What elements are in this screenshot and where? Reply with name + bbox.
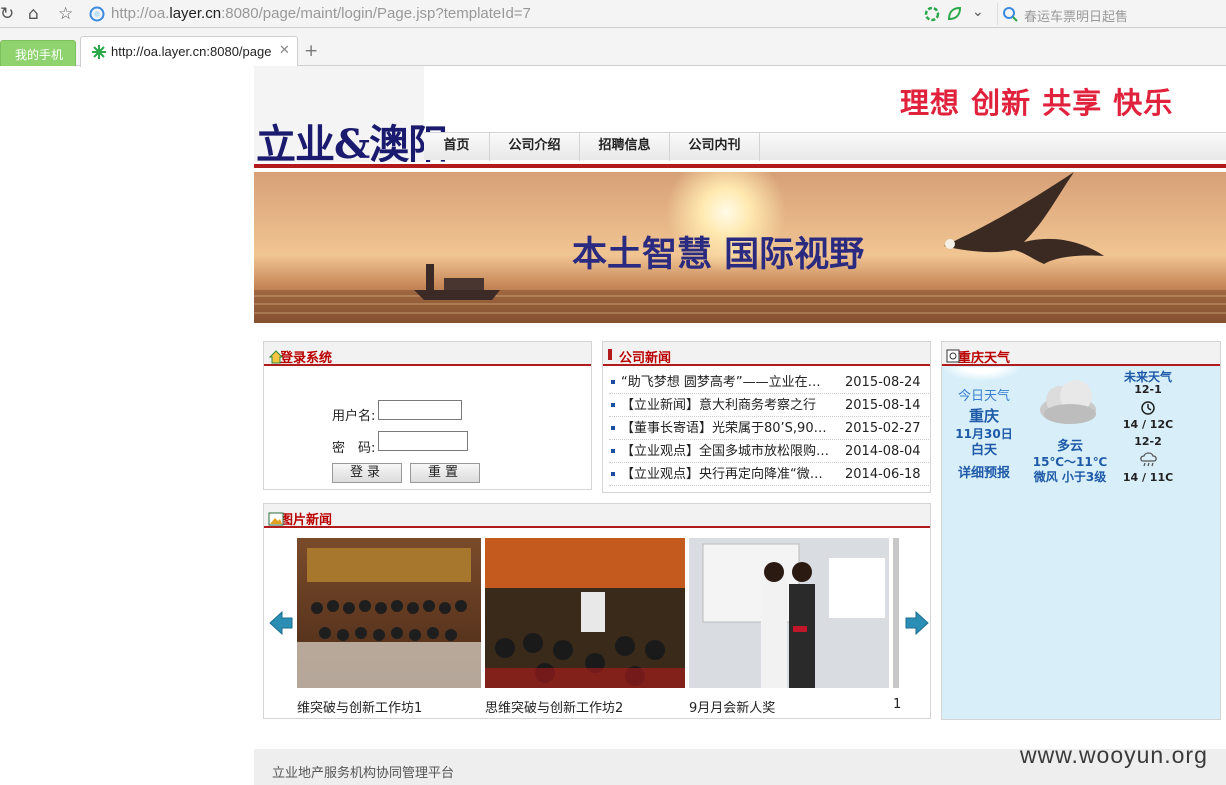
tab-label: http://oa.layer.cn:8080/page bbox=[111, 44, 272, 59]
today-label: 今日天气 bbox=[957, 389, 1010, 404]
company-news-title: 公司新闻 bbox=[619, 351, 672, 366]
news-date: 2015-08-14 bbox=[845, 398, 921, 413]
news-title[interactable]: 【董事长寄语】光荣属于80’S,90… bbox=[621, 417, 833, 440]
login-title-bar: 登录系统 bbox=[264, 342, 591, 366]
password-field[interactable] bbox=[378, 431, 468, 451]
news-item[interactable]: 【立业观点】全国多城市放松限购… 2014-08-04 bbox=[609, 440, 929, 463]
username-label: 用户名: bbox=[332, 409, 376, 424]
login-title: 登录系统 bbox=[280, 351, 333, 366]
page-favicon-icon bbox=[92, 45, 106, 59]
username-field[interactable] bbox=[378, 400, 462, 420]
star-icon[interactable]: ☆ bbox=[58, 4, 73, 24]
speed-mode-icon[interactable] bbox=[924, 6, 940, 22]
main-nav: 首页 公司介绍 招聘信息 公司内刊 bbox=[424, 132, 1226, 161]
site-slogan: 理想 创新 共享 快乐 bbox=[900, 86, 1174, 120]
address-bar: ↻ ⌂ ☆ http://oa.layer.cn:8080/page/maint… bbox=[0, 0, 1226, 28]
login-box: 登录系统 用户名: 密 码: 登录 重置 bbox=[263, 341, 592, 490]
news-date: 2015-02-27 bbox=[845, 421, 921, 436]
news-item[interactable]: 【立业观点】央行再定向降准“微… 2014-06-18 bbox=[609, 463, 929, 486]
photo-caption[interactable]: 思维突破与创新工作坊2 bbox=[485, 697, 623, 716]
news-item[interactable]: 【董事长寄语】光荣属于80’S,90… 2015-02-27 bbox=[609, 417, 929, 440]
search-field[interactable]: 春运车票明日起售 bbox=[997, 3, 1226, 25]
url-field[interactable]: http://oa.layer.cn:8080/page/maint/login… bbox=[84, 3, 994, 25]
reset-button[interactable]: 重置 bbox=[410, 463, 480, 483]
weather-title-bar: 重庆天气 bbox=[942, 342, 1220, 366]
photo-caption[interactable]: 1 bbox=[893, 697, 901, 712]
logo-area: 立业&澳阳 bbox=[254, 66, 448, 168]
title-bar-marker bbox=[608, 349, 612, 360]
award-photo-image bbox=[702, 543, 885, 688]
tab-active-page[interactable]: http://oa.layer.cn:8080/page ✕ bbox=[80, 36, 298, 67]
nav-company-intro[interactable]: 公司介绍 bbox=[490, 133, 580, 161]
photo-news-title: 图片新闻 bbox=[280, 513, 333, 528]
close-tab-icon[interactable]: ✕ bbox=[279, 43, 290, 58]
news-date: 2014-08-04 bbox=[845, 444, 921, 459]
forecast-temp: 14 / 11C bbox=[1122, 471, 1174, 484]
password-label: 密 码: bbox=[332, 441, 376, 456]
photo-thumbnail[interactable] bbox=[689, 538, 889, 688]
nav-home[interactable]: 首页 bbox=[424, 133, 490, 161]
search-placeholder: 春运车票明日起售 bbox=[1024, 10, 1129, 25]
weather-city: 重庆 bbox=[968, 407, 999, 425]
weather-wind: 微风 小于3级 bbox=[1033, 470, 1107, 484]
banner-text: 本土智慧 国际视野 bbox=[572, 235, 865, 275]
login-button[interactable]: 登录 bbox=[332, 463, 402, 483]
photo-thumbnail[interactable] bbox=[297, 538, 481, 688]
tab-my-phone[interactable]: 我的手机 bbox=[0, 40, 76, 66]
banner: 本土智慧 国际视野 bbox=[254, 172, 1226, 323]
photo-thumbnail[interactable] bbox=[485, 538, 685, 688]
globe-icon bbox=[89, 6, 105, 22]
footer-text: 立业地产服务机构协同管理平台 bbox=[272, 766, 455, 781]
forecast-date: 12-1 bbox=[1134, 383, 1162, 396]
rain-cloud-icon bbox=[1140, 452, 1157, 467]
weather-condition: 多云 bbox=[1056, 439, 1083, 454]
nav-company-journal[interactable]: 公司内刊 bbox=[670, 133, 760, 161]
url-text: http://oa.layer.cn:8080/page/maint/login… bbox=[111, 5, 531, 22]
weather-box: 重庆天气 今日天气 重庆 11月30日 白天 详细预报 多云 15℃～11℃ 微… bbox=[941, 341, 1221, 720]
news-title[interactable]: 【立业观点】央行再定向降准“微… bbox=[621, 463, 833, 486]
cloud-decoration bbox=[942, 367, 1022, 381]
photo-thumbnail[interactable] bbox=[893, 538, 899, 688]
refresh-icon[interactable]: ↻ bbox=[0, 4, 14, 24]
clock-icon bbox=[1141, 401, 1155, 415]
photo-news-box: 图片新闻 维突破与创新工作坊1 思维突破与创新工作坊2 9月月会新人奖 1 bbox=[263, 503, 931, 719]
new-tab-button[interactable]: + bbox=[304, 41, 318, 61]
photo-news-title-bar: 图片新闻 bbox=[264, 504, 930, 528]
tab-label: 我的手机 bbox=[15, 48, 64, 62]
company-news-box: 公司新闻 “助飞梦想 圆梦高考”——立业在… 2015-08-24 【立业新闻】意… bbox=[602, 341, 931, 493]
leaf-icon[interactable] bbox=[946, 6, 962, 22]
nav-recruitment[interactable]: 招聘信息 bbox=[580, 133, 670, 161]
chevron-down-icon[interactable]: ⌄ bbox=[972, 4, 984, 20]
news-item[interactable]: 【立业新闻】意大利商务考察之行 2015-08-14 bbox=[609, 394, 929, 417]
forecast-temp: 14 / 12C bbox=[1122, 418, 1174, 431]
watermark: www.wooyun.org bbox=[1020, 742, 1208, 768]
forecast-date: 12-2 bbox=[1134, 435, 1162, 448]
home-icon bbox=[268, 350, 284, 364]
company-news-title-bar: 公司新闻 bbox=[603, 342, 930, 366]
arrow-right-icon[interactable] bbox=[904, 610, 930, 636]
photo-caption[interactable]: 维突破与创新工作坊1 bbox=[297, 697, 422, 716]
news-item[interactable]: “助飞梦想 圆梦高考”——立业在… 2015-08-24 bbox=[609, 371, 929, 394]
weather-title: 重庆天气 bbox=[958, 351, 1011, 366]
cloudy-icon bbox=[1040, 380, 1096, 424]
picture-icon bbox=[268, 512, 284, 526]
group-photo-image bbox=[297, 548, 481, 688]
photo-caption[interactable]: 9月月会新人奖 bbox=[689, 697, 775, 716]
news-date: 2014-06-18 bbox=[845, 467, 921, 482]
detail-forecast-link[interactable]: 详细预报 bbox=[944, 462, 1024, 481]
tab-bar: 我的手机 http://oa.layer.cn:8080/page ✕ + bbox=[0, 28, 1226, 67]
news-title[interactable]: 【立业观点】全国多城市放松限购… bbox=[621, 440, 833, 463]
home-icon[interactable]: ⌂ bbox=[28, 4, 39, 24]
news-title[interactable]: “助飞梦想 圆梦高考”——立业在… bbox=[621, 371, 833, 394]
news-date: 2015-08-24 bbox=[845, 375, 921, 390]
news-title[interactable]: 【立业新闻】意大利商务考察之行 bbox=[621, 394, 833, 417]
site-header: 立业&澳阳 理想 创新 共享 快乐 首页 公司介绍 招聘信息 公司内刊 bbox=[254, 66, 1226, 170]
arrow-left-icon[interactable] bbox=[268, 610, 294, 636]
weather-period: 白天 bbox=[970, 443, 997, 458]
search-icon bbox=[1003, 7, 1018, 22]
weather-icon bbox=[946, 349, 960, 363]
header-divider bbox=[254, 162, 1226, 168]
workshop-photo-image bbox=[485, 538, 685, 688]
